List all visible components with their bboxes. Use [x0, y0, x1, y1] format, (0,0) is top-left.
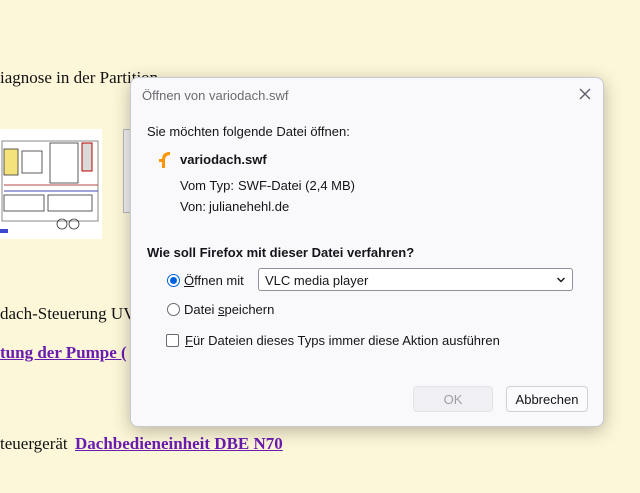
dialog-title: Öffnen von variodach.swf	[142, 88, 289, 103]
always-do-this-label-rest: ür Dateien dieses Typs immer diese Aktio…	[192, 333, 500, 348]
bg-link-pumpe[interactable]: tung der Pumpe (	[0, 343, 127, 363]
bg-link-dachbedieneinheit[interactable]: Dachbedieneinheit DBE N70	[75, 434, 283, 454]
always-do-this-accesskey: F	[185, 333, 193, 348]
open-with-radio[interactable]	[167, 274, 180, 287]
always-do-this-label[interactable]: Für Dateien dieses Typs immer diese Akti…	[185, 333, 500, 348]
action-question: Wie soll Firefox mit dieser Datei verfah…	[147, 245, 415, 260]
dialog-intro: Sie möchten folgende Datei öffnen:	[147, 124, 350, 139]
open-with-accesskey: Ö	[184, 273, 195, 288]
open-with-label-rest: ffnen mit	[194, 273, 244, 288]
close-icon[interactable]	[575, 84, 595, 104]
save-file-label[interactable]: Datei speichern	[184, 302, 274, 317]
save-file-label-start: Datei	[184, 302, 218, 317]
file-name: variodach.swf	[180, 152, 267, 167]
file-source-label: Von:	[180, 199, 207, 214]
cancel-button[interactable]: Abbrechen	[506, 386, 588, 412]
open-with-label[interactable]: Öffnen mit	[184, 273, 244, 288]
file-type-label: Vom Typ:	[180, 178, 234, 193]
bg-text-steuerung: dach-Steuerung UV	[0, 304, 136, 323]
application-select-value: VLC media player	[265, 273, 369, 288]
open-file-dialog: Öffnen von variodach.swf Sie möchten fol…	[130, 77, 604, 427]
file-source-value: julianehehl.de	[209, 199, 290, 214]
ok-button[interactable]: OK	[413, 386, 493, 412]
application-select[interactable]: VLC media player	[258, 268, 573, 291]
chevron-down-icon	[557, 277, 565, 283]
always-do-this-checkbox[interactable]	[166, 334, 179, 347]
bg-text-steuergeraet: teuergerät	[0, 434, 68, 453]
diagram-thumbnail[interactable]	[0, 129, 102, 239]
save-file-radio[interactable]	[167, 303, 180, 316]
file-type-value: SWF-Datei (2,4 MB)	[238, 178, 356, 193]
save-file-label-end: peichern	[224, 302, 275, 317]
flash-file-icon	[157, 151, 173, 169]
